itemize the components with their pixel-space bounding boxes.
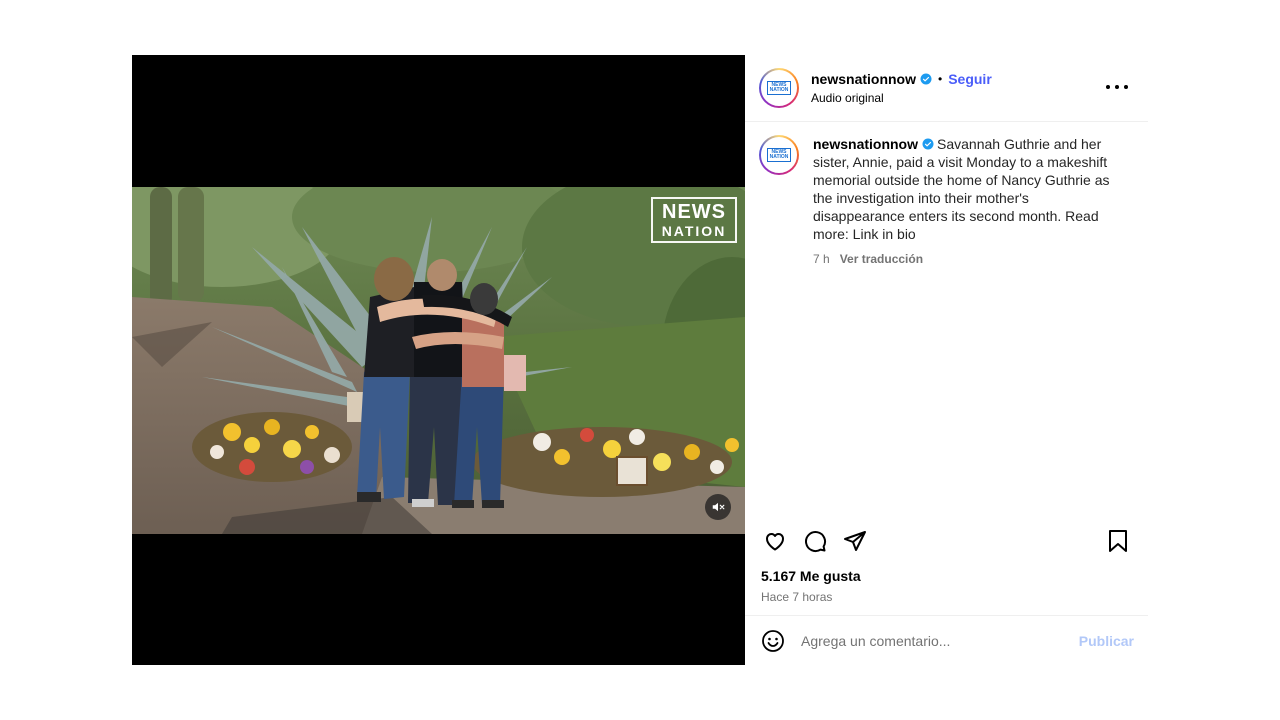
heart-icon bbox=[766, 533, 784, 551]
caption-age: 7 h bbox=[813, 252, 830, 266]
separator-dot: • bbox=[938, 72, 943, 86]
post-header: NEWS NATION newsnationnow • Seguir Audio … bbox=[745, 55, 1148, 122]
instagram-post: NEWS NATION NEWS NATION newsnationnow • … bbox=[132, 55, 1148, 665]
emoji-icon[interactable] bbox=[761, 629, 785, 653]
newsnation-watermark-logo: NEWS NATION bbox=[651, 197, 737, 243]
verified-badge-icon bbox=[922, 138, 934, 150]
share-button[interactable] bbox=[841, 527, 869, 555]
like-button[interactable] bbox=[761, 527, 789, 555]
avatar[interactable]: NEWS NATION bbox=[759, 68, 799, 108]
more-dot-icon bbox=[1106, 85, 1110, 89]
publish-button[interactable]: Publicar bbox=[1079, 633, 1134, 649]
header-username[interactable]: newsnationnow bbox=[811, 71, 916, 87]
caption-avatar[interactable]: NEWS NATION bbox=[759, 135, 799, 175]
post-media[interactable]: NEWS NATION bbox=[132, 55, 745, 665]
audio-label[interactable]: Audio original bbox=[811, 91, 992, 105]
mute-button[interactable] bbox=[705, 494, 731, 520]
newsnation-avatar-logo: NEWS NATION bbox=[767, 148, 791, 162]
video-frame[interactable]: NEWS NATION bbox=[132, 187, 745, 534]
verified-badge-icon bbox=[920, 73, 932, 85]
save-button[interactable] bbox=[1104, 527, 1132, 555]
likes-count[interactable]: 5.167 Me gusta bbox=[761, 568, 861, 584]
newsnation-avatar-logo: NEWS NATION bbox=[767, 81, 791, 95]
more-options-button[interactable] bbox=[1106, 79, 1128, 95]
more-dot-icon bbox=[1124, 85, 1128, 89]
share-icon bbox=[844, 531, 866, 551]
follow-button[interactable]: Seguir bbox=[948, 71, 992, 87]
see-translation-link[interactable]: Ver traducción bbox=[840, 250, 923, 268]
caption-username[interactable]: newsnationnow bbox=[813, 136, 918, 152]
comment-icon bbox=[805, 531, 827, 553]
action-bar bbox=[761, 527, 1132, 555]
comment-button[interactable] bbox=[801, 527, 829, 555]
speaker-muted-icon bbox=[712, 502, 725, 512]
bookmark-icon bbox=[1109, 530, 1127, 552]
post-timestamp[interactable]: Hace 7 horas bbox=[761, 590, 832, 604]
caption: NEWS NATION newsnationnow Savannah Guthrie… bbox=[745, 122, 1148, 268]
comment-bar: Publicar bbox=[745, 615, 1148, 665]
comment-input[interactable] bbox=[801, 632, 1079, 649]
more-dot-icon bbox=[1115, 85, 1119, 89]
post-sidebar: NEWS NATION newsnationnow • Seguir Audio … bbox=[745, 55, 1148, 665]
